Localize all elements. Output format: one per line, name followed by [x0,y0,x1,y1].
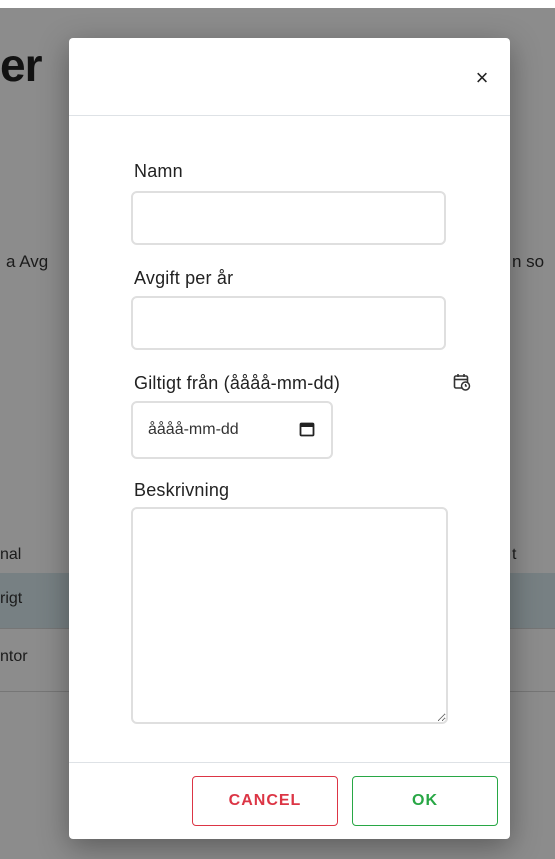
description-textarea[interactable] [131,507,448,724]
fee-input[interactable] [131,296,446,350]
description-label: Beskrivning [134,480,230,500]
modal-footer: CANCEL OK [69,762,510,840]
ok-button[interactable]: OK [352,776,498,826]
valid-from-date-input[interactable]: åååå-mm-dd [131,401,333,459]
fee-label: Avgift per år [134,268,234,288]
close-icon: × [475,65,489,90]
calendar-clock-icon [453,374,471,391]
date-placeholder: åååå-mm-dd [148,421,239,438]
close-button[interactable]: × [468,64,496,92]
calendar-icon[interactable] [299,421,315,437]
valid-from-label: Giltigt från (åååå-mm-dd) [134,373,341,393]
cancel-button[interactable]: CANCEL [192,776,338,826]
modal-dialog: × Namn Avgift per år Giltigt från (åååå-… [69,38,510,839]
name-label: Namn [134,161,183,181]
name-input[interactable] [131,191,446,245]
modal-header: × [69,38,510,116]
